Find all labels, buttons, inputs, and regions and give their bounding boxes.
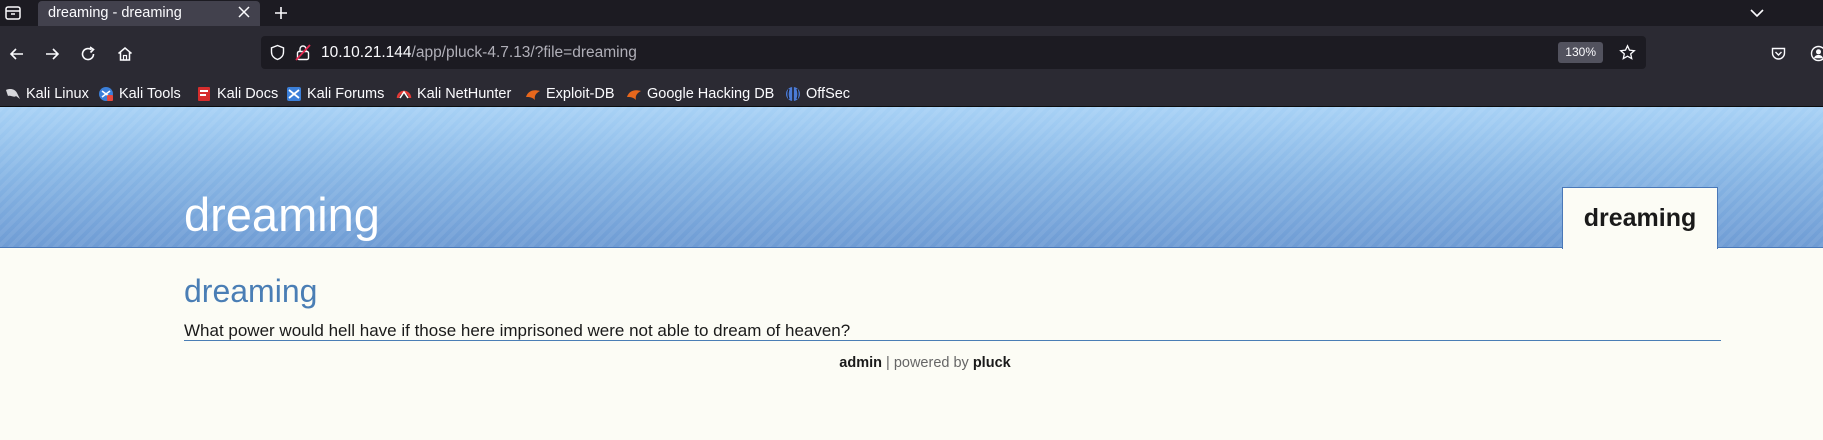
close-icon[interactable] xyxy=(238,6,250,18)
menu-item-label: dreaming xyxy=(1583,204,1697,232)
bookmark-offsec[interactable]: OffSec xyxy=(785,81,850,107)
reload-icon[interactable] xyxy=(79,45,97,63)
tab-title: dreaming - dreaming xyxy=(48,5,182,21)
site-title[interactable]: dreaming xyxy=(184,187,380,242)
admin-link[interactable]: admin xyxy=(839,355,882,371)
kali-docs-icon xyxy=(198,87,210,101)
zoom-level-badge[interactable]: 130% xyxy=(1558,42,1603,63)
bookmark-kali-tools[interactable]: Kali Tools xyxy=(98,81,181,107)
content-divider xyxy=(184,340,1721,341)
offsec-icon xyxy=(786,87,800,101)
web-page: dreaming dreaming dreaming What power wo… xyxy=(0,107,1823,440)
page-body-text: What power would hell have if those here… xyxy=(184,321,851,340)
ghdb-icon xyxy=(627,90,641,100)
bookmark-exploit-db[interactable]: Exploit-DB xyxy=(525,81,615,107)
home-icon[interactable] xyxy=(116,45,134,63)
chevron-down-icon[interactable] xyxy=(1749,6,1765,20)
bookmark-label: Kali Forums xyxy=(307,86,385,102)
bookmark-label: Kali NetHunter xyxy=(417,86,512,102)
exploit-db-icon xyxy=(526,90,540,100)
insecure-lock-icon[interactable] xyxy=(295,44,311,61)
footer-separator: | powered by xyxy=(882,355,973,371)
bookmark-label: Exploit-DB xyxy=(546,86,615,102)
bookmark-kali-forums[interactable]: Kali Forums xyxy=(286,81,384,107)
navigation-toolbar: 10.10.21.144/app/pluck-4.7.13/?file=drea… xyxy=(0,26,1823,81)
back-icon[interactable] xyxy=(8,45,26,63)
bookmark-label: OffSec xyxy=(806,86,851,102)
browser-tab[interactable]: dreaming - dreaming xyxy=(38,1,260,26)
bookmark-kali-docs[interactable]: Kali Docs xyxy=(196,81,278,107)
pluck-link[interactable]: pluck xyxy=(973,355,1011,371)
pocket-icon[interactable] xyxy=(1770,45,1787,62)
bookmarks-toolbar: Kali Linux Kali Tools Kali Docs Kali For… xyxy=(0,81,1823,107)
site-footer: admin | powered by pluck xyxy=(0,355,1823,371)
new-tab-icon[interactable] xyxy=(273,5,289,21)
forward-icon[interactable] xyxy=(43,45,61,63)
url-host: 10.10.21.144 xyxy=(321,44,412,61)
bookmark-kali-nethunter[interactable]: Kali NetHunter xyxy=(396,81,511,107)
address-bar[interactable]: 10.10.21.144/app/pluck-4.7.13/?file=drea… xyxy=(261,36,1646,69)
bookmark-google-hacking-db[interactable]: Google Hacking DB xyxy=(626,81,774,107)
url-path: /app/pluck-4.7.13/?file=dreaming xyxy=(411,44,637,61)
bookmark-label: Kali Docs xyxy=(217,86,279,102)
kali-nethunter-icon xyxy=(396,90,412,99)
url-text[interactable]: 10.10.21.144/app/pluck-4.7.13/?file=drea… xyxy=(321,44,637,62)
menu-item-dreaming[interactable]: dreaming xyxy=(1562,187,1718,249)
bookmark-label: Kali Linux xyxy=(26,86,89,102)
bookmark-kali-linux[interactable]: Kali Linux xyxy=(5,81,89,107)
account-icon[interactable] xyxy=(1810,45,1823,62)
bookmark-label: Kali Tools xyxy=(119,86,181,102)
firefox-view-icon[interactable] xyxy=(4,4,22,22)
page-title: dreaming xyxy=(184,273,318,309)
site-header: dreaming dreaming xyxy=(0,107,1823,249)
tab-bar: dreaming - dreaming xyxy=(0,0,1823,26)
kali-tools-icon xyxy=(99,87,113,101)
bookmark-star-icon[interactable] xyxy=(1619,44,1636,61)
bookmark-label: Google Hacking DB xyxy=(647,86,775,102)
kali-forums-icon xyxy=(287,87,301,101)
shield-icon[interactable] xyxy=(269,44,286,61)
kali-dragon-icon xyxy=(6,89,20,99)
